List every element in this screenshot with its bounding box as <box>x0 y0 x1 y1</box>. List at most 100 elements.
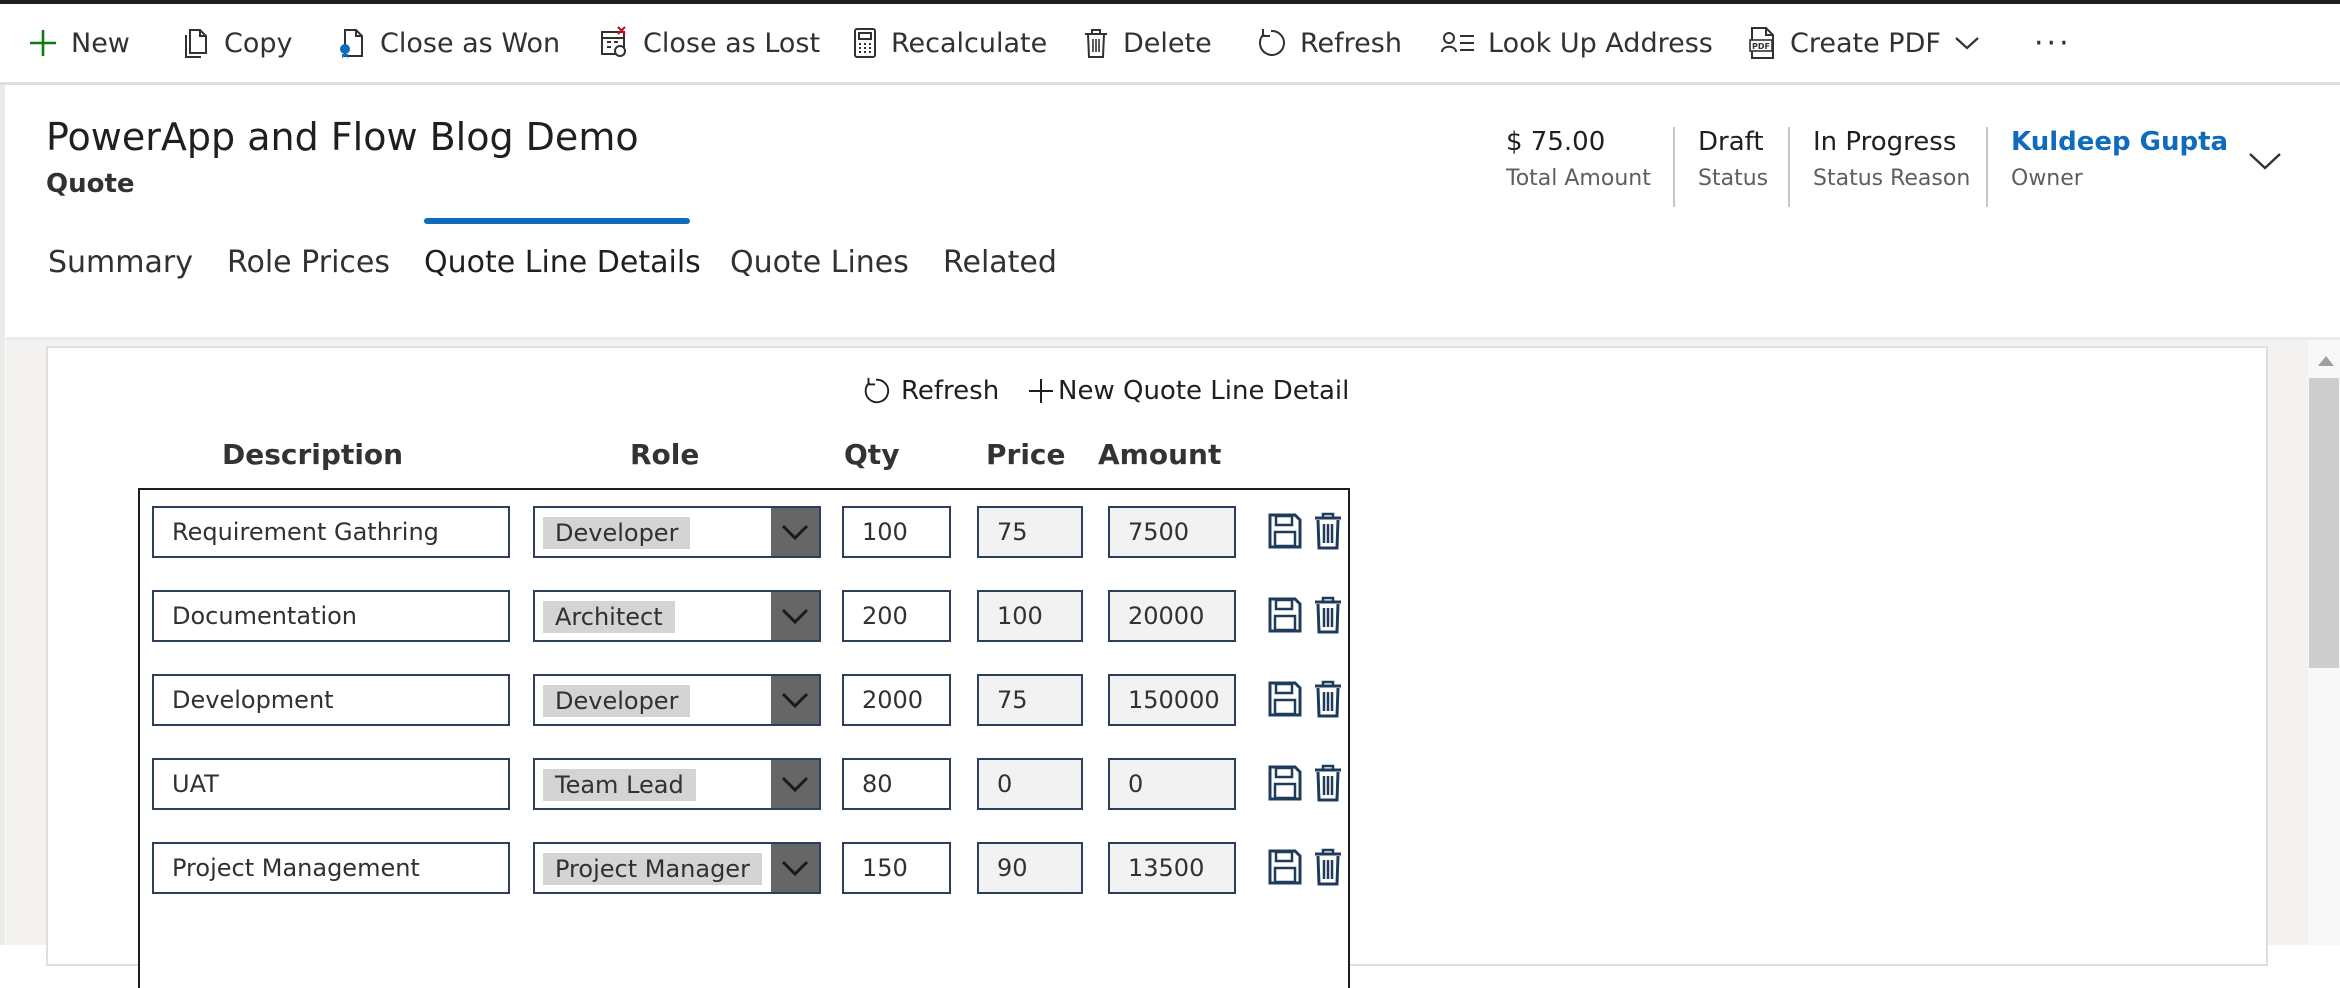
save-icon <box>1268 849 1302 885</box>
delete-row-button[interactable] <box>1308 594 1348 636</box>
chevron-down-icon <box>781 608 809 625</box>
tab-summary[interactable]: Summary <box>48 245 193 280</box>
trash-icon <box>1315 764 1341 802</box>
more-icon: ··· <box>2034 25 2072 61</box>
description-input[interactable]: Documentation <box>152 590 510 642</box>
delete-button[interactable]: Delete <box>1082 4 1212 82</box>
vertical-scrollbar[interactable] <box>2308 340 2340 945</box>
role-selected-value: Team Lead <box>543 769 696 801</box>
form-body: Refresh New Quote Line Detail Descriptio… <box>6 340 2340 988</box>
tab-quote-line-details[interactable]: Quote Line Details <box>424 245 701 280</box>
delete-row-button[interactable] <box>1308 762 1348 804</box>
close-won-icon <box>340 29 363 58</box>
save-icon <box>1268 765 1302 801</box>
left-edge <box>0 85 5 945</box>
column-header-description: Description <box>222 438 404 471</box>
qty-input[interactable]: 80 <box>842 758 951 810</box>
copy-button[interactable]: Copy <box>181 4 293 82</box>
scrollbar-thumb[interactable] <box>2309 378 2339 668</box>
header-field-status: Draft Status <box>1698 127 1768 191</box>
owner-link[interactable]: Kuldeep Gupta <box>2011 127 2228 157</box>
description-input[interactable]: Project Management <box>152 842 510 894</box>
column-header-amount: Amount <box>1098 438 1222 471</box>
save-row-button[interactable] <box>1265 510 1305 552</box>
plus-icon <box>1029 379 1053 403</box>
qty-input[interactable]: 200 <box>842 590 951 642</box>
amount-field: 7500 <box>1108 506 1236 558</box>
price-field: 75 <box>977 674 1083 726</box>
trash-icon <box>1315 512 1341 550</box>
table-row: Project Management Project Manager 150 9… <box>140 842 1350 896</box>
role-dropdown[interactable]: Project Manager <box>533 842 821 894</box>
total-amount-value: $ 75.00 <box>1506 127 1606 157</box>
role-selected-value: Project Manager <box>543 853 762 885</box>
trash-icon <box>1085 29 1107 58</box>
grid-refresh-label: Refresh <box>901 376 1000 406</box>
amount-field: 13500 <box>1108 842 1236 894</box>
qty-input[interactable]: 100 <box>842 506 951 558</box>
tab-role-prices[interactable]: Role Prices <box>227 245 390 280</box>
page-title: PowerApp and Flow Blog Demo <box>46 115 639 159</box>
delete-row-button[interactable] <box>1308 846 1348 888</box>
create-pdf-button[interactable]: PDF Create PDF <box>1747 4 1941 82</box>
description-input[interactable]: Development <box>152 674 510 726</box>
grid-refresh-button[interactable]: Refresh <box>861 376 999 406</box>
expand-header-chevron-icon[interactable] <box>2248 151 2282 171</box>
price-field: 0 <box>977 758 1083 810</box>
role-dropdown-button[interactable] <box>771 676 819 724</box>
delete-row-button[interactable] <box>1308 678 1348 720</box>
role-dropdown-button[interactable] <box>771 760 819 808</box>
close-as-won-label: Close as Won <box>380 27 561 59</box>
qty-input[interactable]: 150 <box>842 842 951 894</box>
close-as-won-button[interactable]: Close as Won <box>337 4 560 82</box>
save-row-button[interactable] <box>1265 762 1305 804</box>
close-as-lost-button[interactable]: Close as Lost <box>598 4 820 82</box>
calculator-icon <box>854 28 876 58</box>
save-row-button[interactable] <box>1265 678 1305 720</box>
table-row: Requirement Gathring Developer 100 75 75… <box>140 506 1350 560</box>
quote-line-details-panel: Refresh New Quote Line Detail Descriptio… <box>46 346 2268 988</box>
tab-quote-lines[interactable]: Quote Lines <box>730 245 909 280</box>
new-button[interactable]: New <box>28 4 130 82</box>
chevron-down-icon <box>781 776 809 793</box>
header-field-owner: Kuldeep Gupta Owner <box>2011 127 2228 191</box>
delete-label: Delete <box>1123 27 1212 59</box>
copy-button-label: Copy <box>224 27 293 59</box>
description-input[interactable]: Requirement Gathring <box>152 506 510 558</box>
column-header-price: Price <box>986 438 1066 471</box>
recalculate-button[interactable]: Recalculate <box>852 4 1047 82</box>
save-row-button[interactable] <box>1265 594 1305 636</box>
role-dropdown[interactable]: Team Lead <box>533 758 821 810</box>
role-dropdown-button[interactable] <box>771 592 819 640</box>
refresh-button[interactable]: Refresh <box>1255 4 1402 82</box>
tab-related[interactable]: Related <box>943 245 1057 280</box>
create-pdf-dropdown[interactable] <box>1954 4 1980 82</box>
save-icon <box>1268 681 1302 717</box>
more-commands-button[interactable]: ··· <box>2034 4 2072 82</box>
price-field: 75 <box>977 506 1083 558</box>
new-quote-line-detail-button[interactable]: New Quote Line Detail <box>1028 376 1349 406</box>
total-amount-label: Total Amount <box>1506 166 1651 191</box>
role-dropdown-button[interactable] <box>771 508 819 556</box>
qty-input[interactable]: 2000 <box>842 674 951 726</box>
delete-row-button[interactable] <box>1308 510 1348 552</box>
look-up-address-label: Look Up Address <box>1488 27 1713 59</box>
column-header-role: Role <box>630 438 700 471</box>
save-row-button[interactable] <box>1265 846 1305 888</box>
command-bar: New Copy Close as Won Close as Lost Reca… <box>0 4 2340 85</box>
refresh-label: Refresh <box>1300 27 1402 59</box>
chevron-down-icon <box>781 524 809 541</box>
entity-type: Quote <box>46 169 135 199</box>
role-dropdown-button[interactable] <box>771 844 819 892</box>
refresh-icon <box>1259 29 1285 56</box>
svg-text:PDF: PDF <box>1752 42 1770 51</box>
look-up-address-button[interactable]: Look Up Address <box>1441 4 1713 82</box>
role-dropdown[interactable]: Architect <box>533 590 821 642</box>
quote-line-detail-gallery: Requirement Gathring Developer 100 75 75… <box>138 488 1350 988</box>
amount-field: 20000 <box>1108 590 1236 642</box>
scroll-up-arrow-icon[interactable] <box>2318 356 2334 366</box>
role-dropdown[interactable]: Developer <box>533 506 821 558</box>
description-input[interactable]: UAT <box>152 758 510 810</box>
role-dropdown[interactable]: Developer <box>533 674 821 726</box>
table-row: Development Developer 2000 75 150000 <box>140 674 1350 728</box>
